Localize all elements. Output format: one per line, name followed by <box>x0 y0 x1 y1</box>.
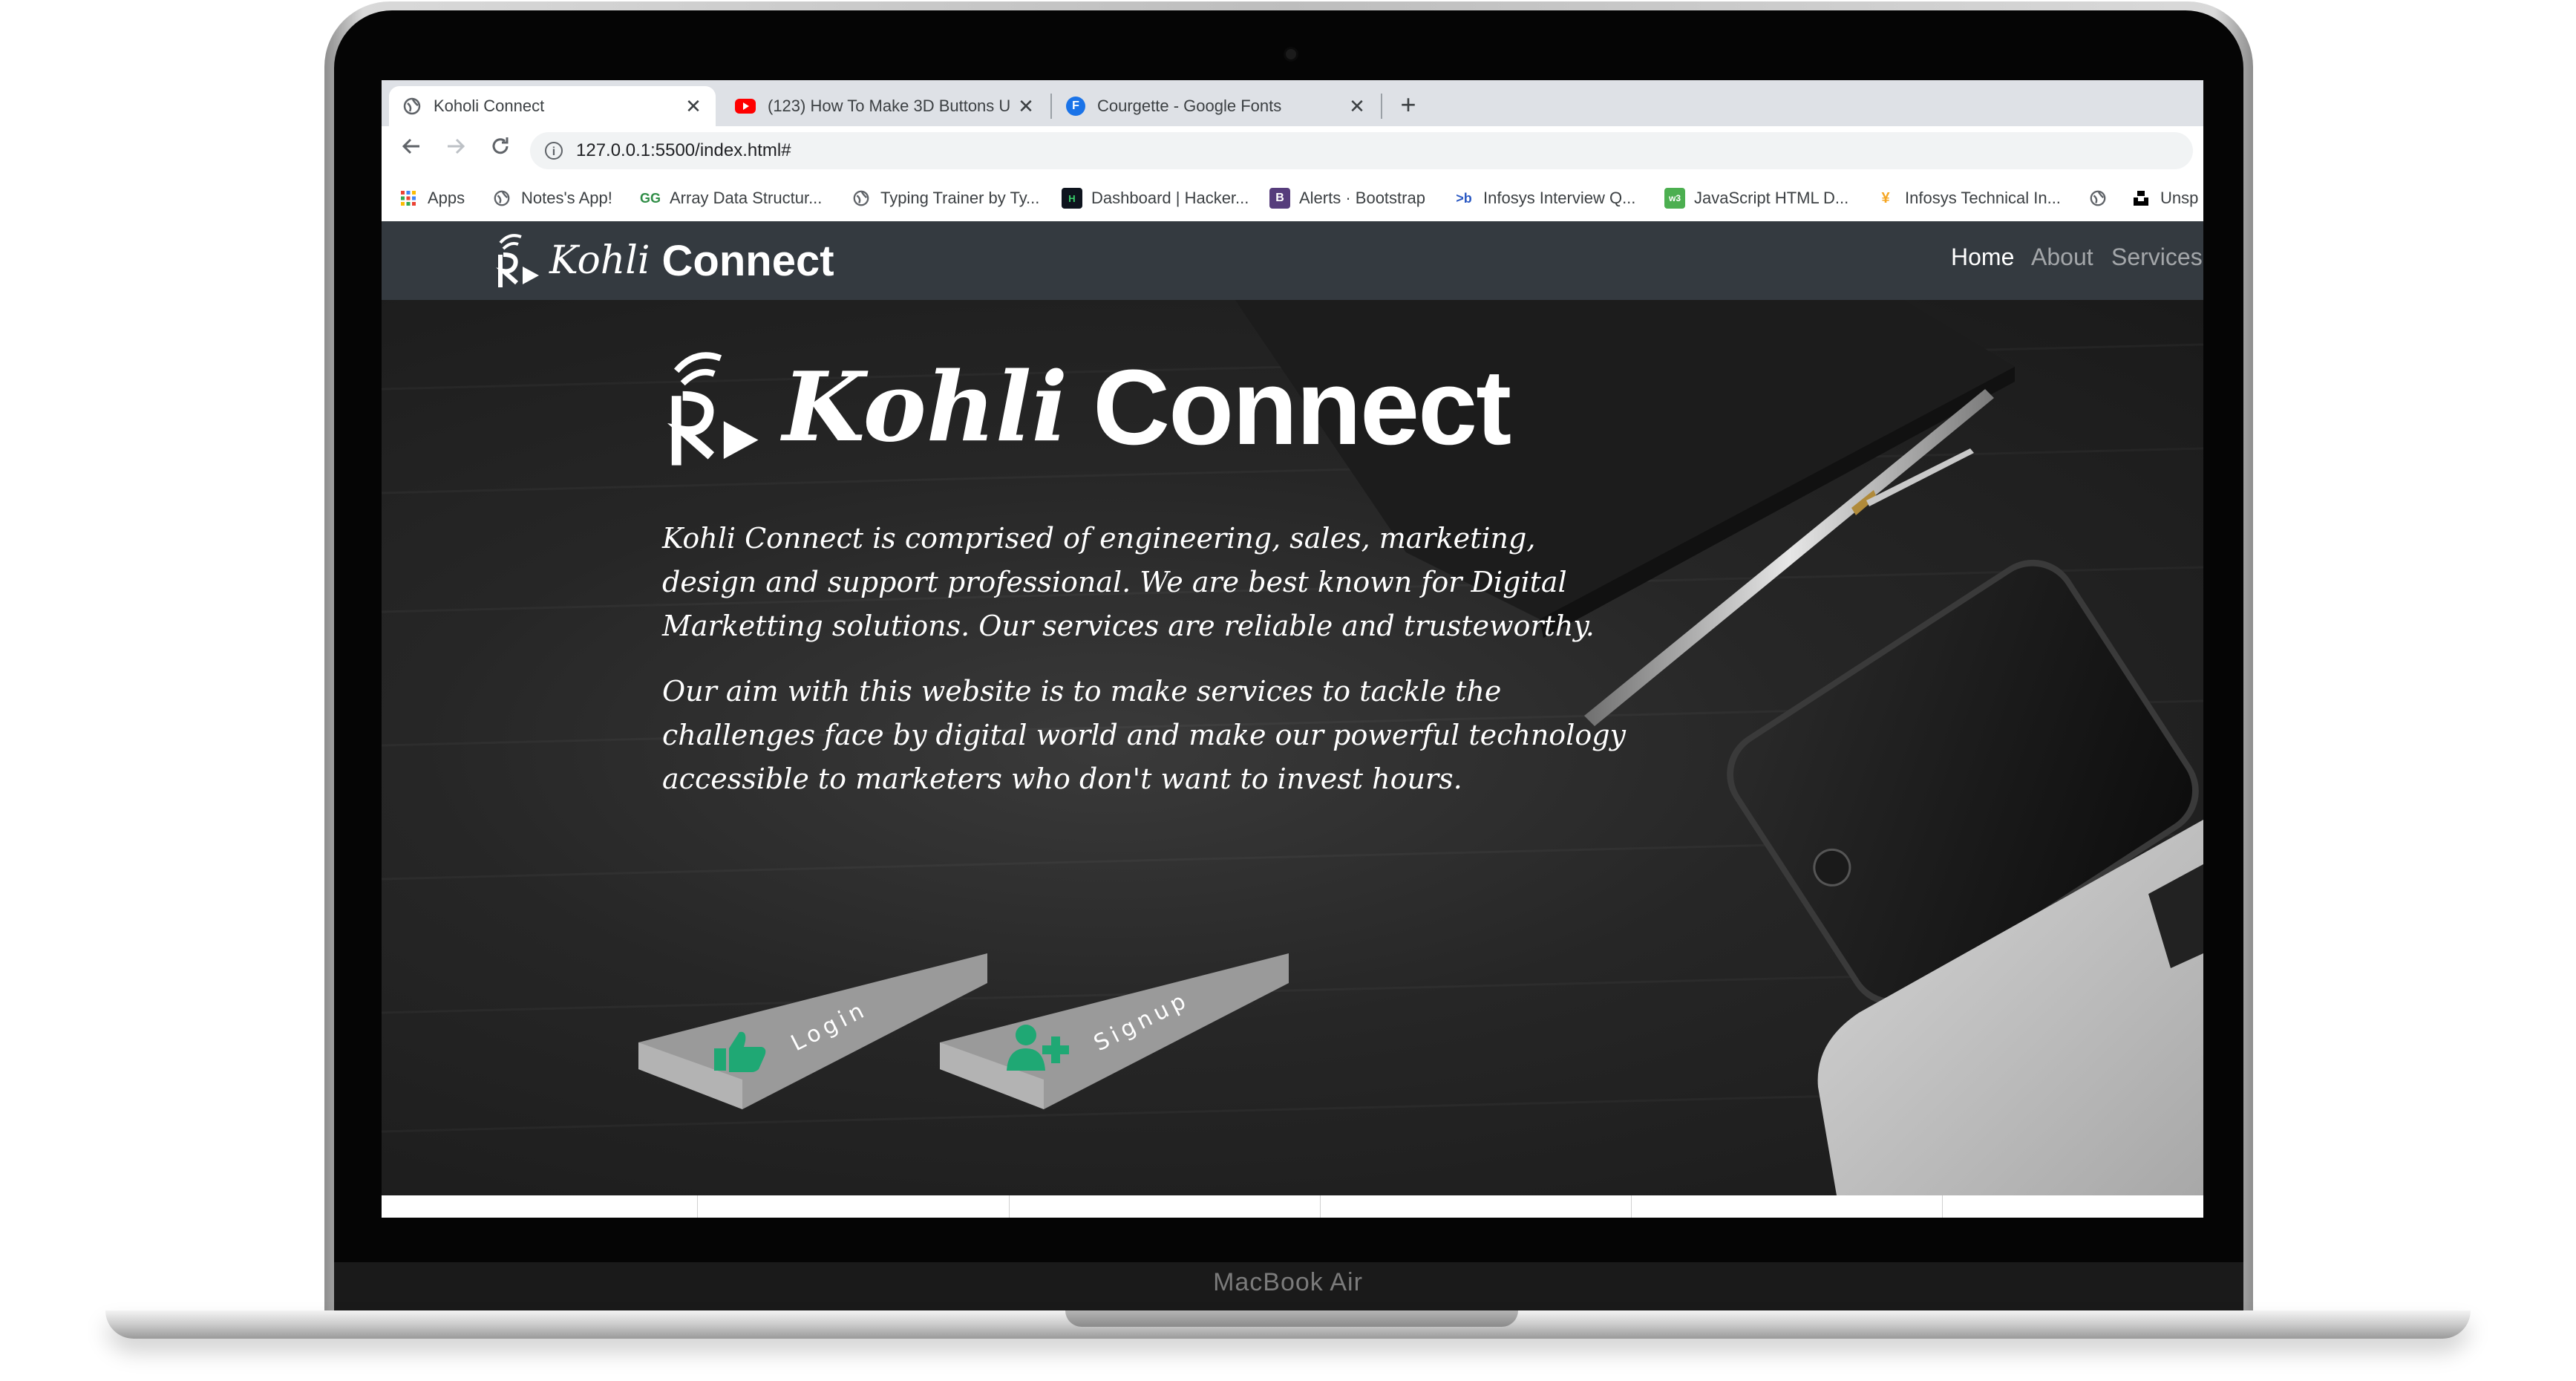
site-info-icon[interactable]: i <box>545 142 563 160</box>
tab-koholi-connect[interactable]: Koholi Connect ✕ <box>389 86 716 126</box>
hero-brand: Kohli Connect <box>661 331 1511 483</box>
column-divider <box>1320 1195 1321 1218</box>
tab-separator <box>1381 94 1382 119</box>
globe-icon <box>851 188 872 209</box>
bookmark-label: Typing Trainer by Ty... <box>880 189 1040 207</box>
tab-title: (123) How To Make 3D Buttons U <box>768 97 1011 115</box>
bookmark-hackerrank-dashboard[interactable]: H Dashboard | Hacker... <box>1062 186 1249 211</box>
browser-toolbar: i 127.0.0.1:5500/index.html# <box>382 126 2203 175</box>
brand-logo-icon <box>661 331 765 483</box>
hero-brand-bold: Connect <box>1093 347 1511 467</box>
hero-brand-script: Kohli <box>782 351 1068 463</box>
url-text: 127.0.0.1:5500/index.html# <box>576 140 791 160</box>
signup-button[interactable]: Signup <box>940 953 1296 1139</box>
brand-logo-icon <box>493 229 542 293</box>
bookmark-notes-app[interactable]: Notes's App! <box>491 186 612 211</box>
bookmark-label: Infosys Technical In... <box>1905 189 2061 207</box>
tab-close-icon[interactable]: ✕ <box>1348 95 1366 118</box>
bookmark-label: JavaScript HTML D... <box>1694 189 1849 207</box>
unsplash-icon <box>2131 188 2151 209</box>
column-divider <box>1631 1195 1632 1218</box>
bookmark-typing-trainer[interactable]: Typing Trainer by Ty... <box>851 186 1039 211</box>
bookmark-array-data-structures[interactable]: GG Array Data Structur... <box>640 186 822 211</box>
tab-youtube[interactable]: (123) How To Make 3D Buttons U ✕ <box>722 86 1048 126</box>
interviewbit-icon: >b <box>1456 190 1472 206</box>
google-fonts-icon: F <box>1066 97 1085 116</box>
apps-grid-icon <box>398 188 419 209</box>
bookmark-javascript-html-dom[interactable]: w3 JavaScript HTML D... <box>1664 186 1848 211</box>
thumbs-up-icon <box>710 1026 769 1077</box>
tab-title: Koholi Connect <box>434 97 545 115</box>
bookmarks-bar: Apps Notes's App! GG Array Data Structur… <box>382 175 2203 222</box>
bookmark-apps[interactable]: Apps <box>398 186 465 211</box>
bootstrap-icon: B <box>1269 188 1290 209</box>
javatpoint-icon: ¥ <box>1881 189 1890 206</box>
gfg-icon: GG <box>640 190 661 206</box>
laptop-hinge-notch <box>1065 1310 1518 1327</box>
tab-title: Courgette - Google Fonts <box>1097 97 1282 115</box>
bookmark-label: Notes's App! <box>521 189 612 207</box>
bookmark-label: Apps <box>428 189 465 207</box>
column-divider <box>1009 1195 1010 1218</box>
hero-paragraph-about: Kohli Connect is comprised of engineerin… <box>662 522 1595 642</box>
nav-link-home[interactable]: Home <box>1951 244 2014 271</box>
device-label: MacBook Air <box>1213 1268 1363 1296</box>
tab-google-fonts[interactable]: F Courgette - Google Fonts ✕ <box>1053 86 1379 126</box>
bookmark-label: Unsp <box>2160 189 2199 207</box>
bookmark-label: Dashboard | Hacker... <box>1091 189 1249 207</box>
tab-separator <box>1050 94 1052 119</box>
column-divider <box>1942 1195 1943 1218</box>
youtube-icon <box>735 99 756 114</box>
bookmark-label: Infosys Interview Q... <box>1483 189 1636 207</box>
bookmark-globe[interactable] <box>2088 186 2117 211</box>
hero-paragraph-aim: Our aim with this website is to make ser… <box>662 675 1627 795</box>
new-tab-button[interactable]: + <box>1388 86 1428 126</box>
hero-section: Kohli Connect Kohli Connect is comprised… <box>382 300 2203 1195</box>
bookmark-label: Array Data Structur... <box>670 189 823 207</box>
globe-icon <box>2088 188 2108 209</box>
browser-tab-strip: Koholi Connect ✕ (123) How To Make 3D Bu… <box>382 80 2203 126</box>
forward-arrow-icon[interactable] <box>441 135 471 165</box>
tab-close-icon[interactable]: ✕ <box>1017 95 1035 118</box>
site-navbar: Kohli Connect Home About Services <box>382 221 2203 300</box>
globe-icon <box>402 97 422 116</box>
brand-script-text: Kohli <box>549 238 650 283</box>
back-arrow-icon[interactable] <box>396 135 426 165</box>
bookmark-label: Alerts · Bootstrap <box>1299 189 1425 207</box>
camera-icon <box>1286 49 1296 59</box>
web-page: Kohli Connect Home About Services Kohli … <box>382 221 2203 1218</box>
reload-icon[interactable] <box>486 135 515 165</box>
page-next-section <box>382 1195 2203 1218</box>
bookmark-unsplash[interactable]: Unsp <box>2131 186 2198 211</box>
globe-icon <box>491 188 512 209</box>
address-bar[interactable]: i 127.0.0.1:5500/index.html# <box>530 132 2193 169</box>
w3schools-icon: w3 <box>1664 188 1685 209</box>
tab-close-icon[interactable]: ✕ <box>684 95 702 118</box>
bookmark-infosys-interview[interactable]: >b Infosys Interview Q... <box>1454 186 1635 211</box>
nav-link-about[interactable]: About <box>2031 244 2093 271</box>
column-divider <box>697 1195 698 1218</box>
bookmark-infosys-technical[interactable]: ¥ Infosys Technical In... <box>1875 186 2061 211</box>
brand-bold-text: Connect <box>661 236 834 285</box>
user-plus-icon <box>1004 1022 1078 1077</box>
laptop-screen: Koholi Connect ✕ (123) How To Make 3D Bu… <box>382 80 2203 1218</box>
navbar-brand[interactable]: Kohli Connect <box>493 227 834 294</box>
nav-link-services[interactable]: Services <box>2111 244 2203 271</box>
bookmark-bootstrap-alerts[interactable]: B Alerts · Bootstrap <box>1269 186 1425 211</box>
hackerrank-icon: H <box>1062 188 1082 209</box>
